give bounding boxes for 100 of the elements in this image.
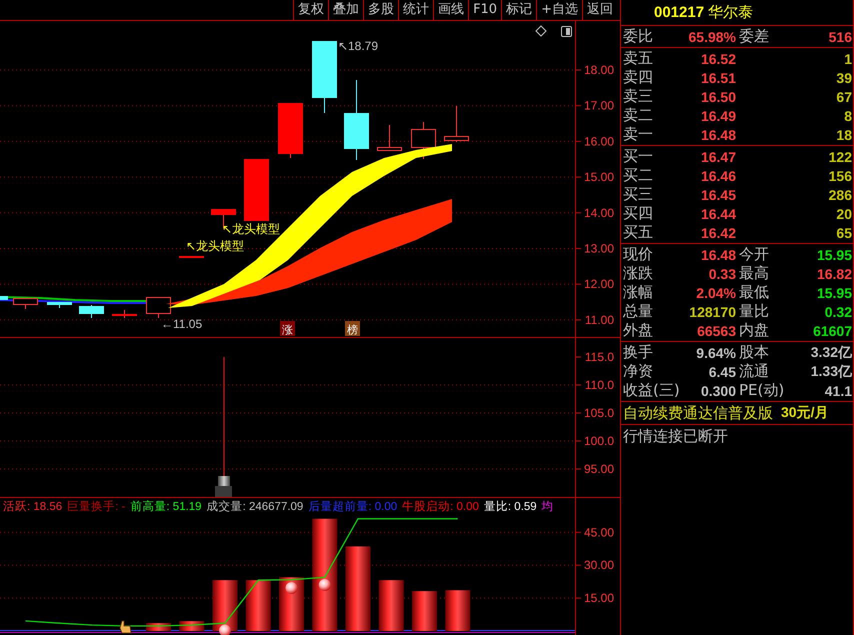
axis-label: 115.0 [584, 350, 614, 364]
field-value: 16.82 [816, 266, 852, 282]
axis-label: 12.00 [584, 277, 614, 292]
field-label: 卖四 [623, 68, 653, 87]
price-value: 16.51 [700, 70, 736, 86]
price-value: 16.49 [700, 108, 736, 124]
field-label: 现价 [623, 245, 653, 264]
axis-label: 18.00 [584, 63, 614, 77]
field-label: 委差 [739, 27, 769, 46]
price-value: 16.44 [700, 206, 736, 222]
price-value: 16.47 [700, 148, 736, 164]
indicator-block [215, 476, 232, 497]
volume-value: 67 [836, 88, 852, 104]
field-label: 买三 [623, 185, 653, 204]
ball-marker-icon [286, 582, 298, 594]
field-label: 股本 [739, 343, 769, 362]
volume-value: 156 [828, 168, 852, 184]
axis-label: 100.0 [584, 434, 614, 448]
axis-label: 16.00 [584, 134, 614, 148]
field-label: 换手 [623, 343, 653, 362]
field-label: 涨跌 [623, 264, 653, 283]
price-label: ↖18.79 [338, 39, 378, 53]
diamond-icon[interactable] [535, 25, 547, 37]
field-label: 买五 [623, 223, 653, 242]
hand-cursor-icon [120, 620, 132, 634]
promo-price: 30元/月 [781, 404, 828, 422]
field-label: 内盘 [739, 321, 769, 340]
field-value: 2.04% [696, 284, 736, 300]
candlestick [47, 302, 72, 308]
signal-label: ↖龙头模型 [222, 222, 280, 236]
price-value: 16.45 [700, 186, 736, 202]
field-label: 最高 [739, 264, 769, 283]
field-label: PE(动) [739, 381, 784, 400]
candlestick [13, 298, 38, 310]
volume-value: 8 [844, 108, 852, 124]
field-value: 9.64% [696, 344, 736, 360]
volume-value: 65 [836, 224, 852, 240]
indicator-readout: 量比: 0.59 [484, 500, 537, 515]
volume-bar [246, 580, 271, 631]
field-label: 收益(三) [623, 381, 680, 400]
field-value: 128170 [689, 304, 736, 320]
candlestick [79, 304, 104, 318]
field-value: 0.32 [824, 304, 852, 320]
price-value: 16.42 [700, 224, 736, 240]
price-value: 16.46 [700, 168, 736, 184]
field-label: 卖一 [623, 125, 653, 144]
axis-label: 15.00 [584, 170, 614, 184]
field-label: 买二 [623, 166, 653, 185]
field-label: 卖二 [623, 106, 653, 125]
volume-bar [412, 591, 437, 631]
axis-label: 105.0 [584, 406, 614, 420]
price-label: ←11.05 [161, 317, 202, 331]
field-label: 流通 [739, 362, 769, 381]
field-label: 今开 [739, 245, 769, 264]
field-label: 量比 [739, 302, 769, 321]
indicator-readout: 巨量换手: - [67, 499, 126, 515]
price-value: 16.48 [700, 126, 736, 142]
signal-label: ↖龙头模型 [186, 239, 244, 253]
promo-text: 自动续费通达信普及版 [623, 404, 773, 422]
field-label: 最低 [739, 283, 769, 302]
axis-label: 17.00 [584, 98, 614, 113]
axis-label: 45.00 [584, 525, 614, 540]
chart-badge: 榜 [345, 321, 360, 336]
candlestick [411, 122, 436, 160]
candlestick [244, 159, 269, 221]
field-label: 涨幅 [623, 283, 653, 302]
price-value: 16.50 [700, 88, 736, 104]
field-value: 6.45 [708, 364, 736, 380]
field-label: 卖三 [623, 87, 653, 106]
indicator-readout: 后量超前量: 0.00 [308, 500, 398, 515]
axis-label: 15.00 [584, 591, 614, 606]
field-value: 61607 [813, 322, 852, 338]
indicator-readout: 活跃: 18.56 [3, 500, 62, 515]
field-value: 15.95 [816, 284, 852, 300]
candlestick [377, 124, 402, 151]
candlestick [112, 310, 137, 318]
volume-value: 18 [836, 126, 852, 142]
field-label: 外盘 [623, 321, 653, 340]
stock-code: 001217 [654, 4, 704, 21]
panel-toggle-icon[interactable] [561, 26, 572, 37]
connection-status: 行情连接已断开 [623, 426, 728, 446]
field-label: 卖五 [623, 49, 653, 68]
price-value: 16.52 [700, 50, 736, 66]
field-label: 买一 [623, 147, 653, 166]
indicator-readout: 牛股启动: 0.00 [402, 500, 479, 515]
volume-value: 20 [836, 206, 852, 222]
field-value: 65.98% [688, 28, 736, 44]
axis-label: 11.00 [584, 312, 614, 327]
candlestick [444, 106, 469, 142]
axis-label: 14.00 [584, 206, 614, 220]
field-value: 0.33 [708, 266, 736, 282]
candlestick [0, 296, 8, 300]
volume-bar [212, 580, 238, 631]
indicator-readout: 均 [542, 500, 554, 515]
axis-label: 95.00 [584, 462, 614, 476]
field-label: 买四 [623, 204, 653, 223]
field-value: 66563 [697, 322, 736, 338]
candlestick [179, 256, 204, 258]
indicator-readout: 成交量: 246677.09 [206, 499, 304, 515]
volume-value: 1 [844, 50, 852, 66]
